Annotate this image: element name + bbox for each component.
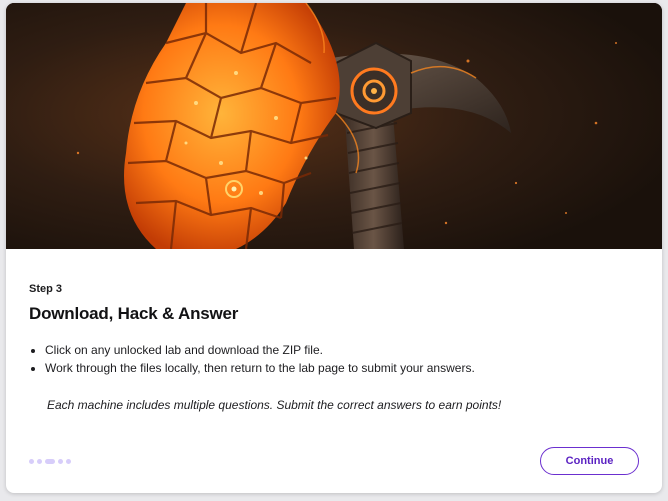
pagination-dot-3-active[interactable] xyxy=(45,459,55,464)
list-item: Work through the files locally, then ret… xyxy=(45,359,475,377)
lava-axe-illustration xyxy=(6,3,662,249)
step-pagination xyxy=(29,459,71,464)
hero-image xyxy=(6,3,662,249)
pagination-dot-4[interactable] xyxy=(58,459,63,464)
pagination-dot-2[interactable] xyxy=(37,459,42,464)
pagination-dot-5[interactable] xyxy=(66,459,71,464)
list-item: Click on any unlocked lab and download t… xyxy=(45,341,475,359)
step-note: Each machine includes multiple questions… xyxy=(47,398,502,412)
continue-button[interactable]: Continue xyxy=(540,447,639,475)
onboarding-card: Step 3 Download, Hack & Answer Click on … xyxy=(6,3,662,493)
step-title: Download, Hack & Answer xyxy=(29,304,239,323)
step-label: Step 3 xyxy=(29,283,63,295)
pagination-dot-1[interactable] xyxy=(29,459,34,464)
instruction-list: Click on any unlocked lab and download t… xyxy=(29,341,475,377)
